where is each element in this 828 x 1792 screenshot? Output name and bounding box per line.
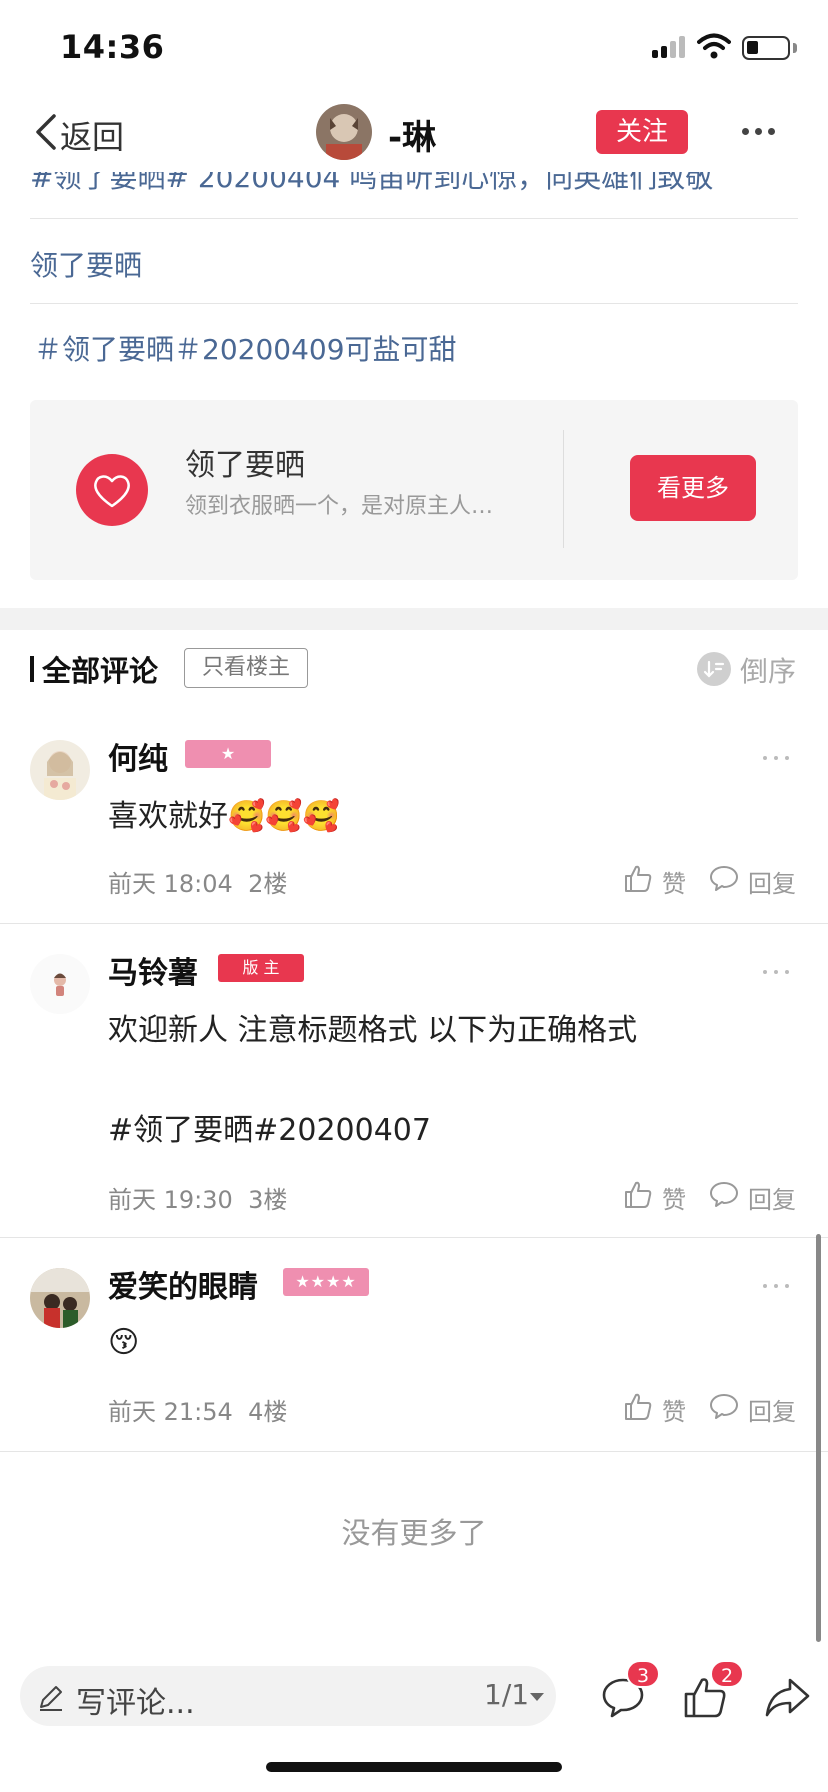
topic-separator — [563, 430, 564, 548]
reply-label: 回复 — [748, 870, 796, 898]
sort-toggle[interactable]: 倒序 — [740, 650, 796, 690]
reply-button[interactable]: 回复 — [708, 1390, 798, 1426]
battery-tip — [793, 43, 797, 53]
topic-title: 领了要晒 — [185, 448, 305, 483]
thumbs-up-icon — [625, 865, 652, 892]
chevron-left-icon[interactable] — [32, 112, 58, 152]
comment-body: 😚 — [108, 1325, 140, 1360]
like-label: 赞 — [662, 1186, 686, 1214]
comment-item[interactable]: 何纯 ★ 喜欢就好🥰🥰🥰 前天 18:04 2楼 赞 回复 — [0, 710, 828, 924]
comment-count-badge: 3 — [626, 1660, 660, 1688]
level-badge: ★ — [185, 740, 271, 768]
comment-meta: 前天 18:04 2楼 — [108, 864, 287, 899]
commenter-avatar[interactable] — [30, 1268, 90, 1328]
post-plain-line[interactable]: 领了要晒 — [30, 244, 142, 284]
comment-body: 欢迎新人 注意标题格式 以下为正确格式 #领了要晒#20200407 — [108, 1013, 638, 1148]
divider — [30, 303, 798, 304]
section-gap — [0, 608, 828, 630]
caret-down-icon[interactable] — [530, 1693, 544, 1701]
moderator-badge: 版 主 — [218, 954, 304, 982]
comment-meta: 前天 21:54 4楼 — [108, 1392, 287, 1427]
post-tag-line[interactable]: ＃领了要晒＃20200409可盐可甜 — [34, 328, 457, 368]
status-time: 14:36 — [60, 28, 165, 66]
comments-title: 全部评论 — [42, 654, 159, 688]
comment-time: 前天 19:30 — [108, 1186, 233, 1214]
more-options-icon[interactable] — [742, 128, 776, 138]
comment-floor: 4楼 — [248, 1398, 288, 1426]
like-button[interactable]: 赞 — [622, 862, 706, 898]
share-icon[interactable] — [762, 1672, 812, 1722]
comment-floor: 3楼 — [248, 1186, 288, 1214]
comment-item[interactable]: 爱笑的眼睛 ★★★★ 😚 前天 21:54 4楼 赞 回复 — [0, 1238, 828, 1452]
level-badge: ★★★★ — [283, 1268, 369, 1296]
comment-more-icon[interactable] — [763, 970, 789, 978]
comment-item[interactable]: 马铃薯 版 主 欢迎新人 注意标题格式 以下为正确格式 #领了要晒#202004… — [0, 924, 828, 1238]
comments-header: 全部评论 只看楼主 倒序 — [0, 630, 828, 710]
speech-bubble-icon — [710, 1182, 738, 1207]
commenter-name[interactable]: 爱笑的眼睛 — [108, 1262, 258, 1306]
comment-divider — [0, 1451, 828, 1452]
commenter-avatar[interactable] — [30, 740, 90, 800]
home-indicator — [266, 1762, 562, 1772]
comment-meta: 前天 19:30 3楼 — [108, 1180, 287, 1215]
topic-description: 领到衣服晒一个，是对原主人… — [185, 494, 494, 519]
comment-more-icon[interactable] — [763, 756, 789, 764]
comment-floor: 2楼 — [248, 870, 288, 898]
thumbs-up-icon — [625, 1181, 652, 1208]
like-button[interactable]: 赞 — [622, 1390, 706, 1426]
pencil-icon — [40, 1686, 62, 1711]
follow-button[interactable]: 关注 — [596, 110, 688, 154]
comment-input-placeholder: 写评论... — [76, 1686, 195, 1721]
sort-icon[interactable] — [697, 652, 731, 686]
speech-bubble-icon — [710, 1394, 738, 1419]
commenter-avatar[interactable] — [30, 954, 90, 1014]
comment-time: 前天 21:54 — [108, 1398, 233, 1426]
wifi-icon — [697, 33, 731, 59]
commenter-name[interactable]: 马铃薯 — [108, 948, 198, 992]
commenter-name[interactable]: 何纯 — [108, 734, 168, 778]
no-more-text: 没有更多了 — [341, 1516, 487, 1550]
nav-bar: 返回 -琳 关注 — [0, 96, 828, 172]
status-bar: 14:36 — [0, 0, 828, 96]
reply-label: 回复 — [748, 1398, 796, 1426]
battery-icon — [742, 36, 790, 60]
topic-card[interactable]: 领了要晒 领到衣服晒一个，是对原主人… 看更多 — [30, 400, 798, 580]
reply-button[interactable]: 回复 — [708, 1178, 798, 1214]
like-count-badge: 2 — [710, 1660, 744, 1688]
speech-bubble-icon — [710, 866, 738, 891]
comment-more-icon[interactable] — [763, 1284, 789, 1292]
scrollbar[interactable] — [816, 1234, 821, 1642]
reply-label: 回复 — [748, 1186, 796, 1214]
reply-button[interactable]: 回复 — [708, 862, 798, 898]
back-button[interactable]: 返回 — [60, 112, 124, 158]
section-marker — [30, 656, 34, 682]
author-avatar[interactable] — [316, 104, 372, 160]
cellular-signal-icon — [652, 34, 690, 58]
comment-time: 前天 18:04 — [108, 870, 233, 898]
thumbs-up-icon — [625, 1393, 652, 1420]
like-label: 赞 — [662, 870, 686, 898]
comment-input[interactable]: 写评论... 1/1 — [20, 1666, 556, 1726]
divider — [30, 218, 798, 219]
topic-heart-icon — [76, 454, 148, 526]
comment-body: 喜欢就好🥰🥰🥰 — [108, 799, 341, 834]
see-more-button[interactable]: 看更多 — [630, 455, 756, 521]
page-indicator[interactable]: 1/1 — [484, 1678, 529, 1711]
author-name[interactable]: -琳 — [388, 110, 436, 159]
owner-only-button[interactable]: 只看楼主 — [184, 648, 308, 688]
like-button[interactable]: 赞 — [622, 1178, 706, 1214]
like-label: 赞 — [662, 1398, 686, 1426]
